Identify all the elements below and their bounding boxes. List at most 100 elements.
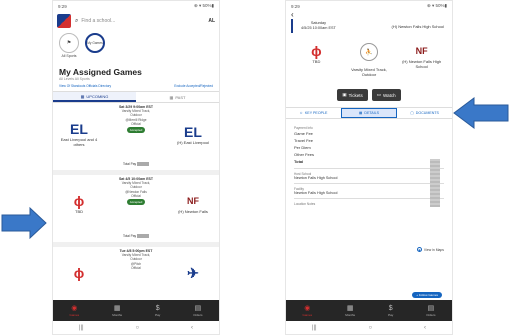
filter-my-games[interactable]: My Games [85, 33, 105, 53]
tab-label: Games [302, 312, 313, 317]
filter-label: All Sports [61, 54, 77, 58]
dollar-icon: $ [388, 304, 393, 312]
tab-pay[interactable]: $ Pay [388, 305, 393, 317]
officials-directory-link[interactable]: View Of Standouts Officials Directory [59, 84, 111, 88]
tab-pay[interactable]: $ Pay [155, 305, 160, 317]
pay-redacted [137, 162, 149, 166]
pay-redacted [137, 234, 149, 238]
left-pointer-arrow [1, 206, 47, 240]
right-pointer-arrow [453, 97, 509, 129]
follow-games-button[interactable]: + Follow Games [412, 292, 442, 298]
team-name: (H) Newton Falls [178, 209, 208, 214]
total-pay: Total Pay [53, 162, 219, 166]
tab-games[interactable]: ◉ Games [70, 305, 80, 317]
system-nav-bar: ||| ○ ‹ [53, 321, 219, 334]
view-in-maps-button[interactable]: ◉ View in Maps [416, 247, 444, 252]
game-card[interactable]: Sat 4/5 10:00am EST Varsity Mixed Track,… [53, 175, 219, 247]
tab-label: Months [112, 312, 123, 317]
team-logo: EL [70, 121, 88, 137]
dollar-icon: $ [155, 304, 160, 312]
fee-row: Per Diem [294, 145, 311, 150]
tab-label: Orders [426, 312, 436, 317]
card-icon: ▤ [427, 304, 435, 312]
whistle-icon: ◉ [71, 304, 78, 312]
tab-label: Months [345, 312, 356, 317]
filter-all-sports[interactable]: ⚑ All Sports [59, 33, 79, 58]
team-logo: EL [184, 123, 202, 140]
tab-documents[interactable]: ▢ DOCUMENTS [397, 108, 452, 118]
teams-row: EL East Liverpool and 4 others EL (H) East… [57, 121, 215, 147]
tab-upcoming-label: UPCOMING [86, 93, 109, 99]
whistle-icon: ◉ [304, 304, 311, 312]
host-value: Newton Falls High School [294, 176, 338, 180]
tab-upcoming[interactable]: ▦ UPCOMING [53, 92, 136, 102]
search-icon: ⌕ [75, 17, 79, 24]
away-team: EL East Liverpool and 4 others [57, 121, 101, 147]
tab-past[interactable]: ▦ PAST [136, 92, 219, 102]
team-logo: ɸ [311, 43, 322, 59]
back-button[interactable]: ‹ [191, 325, 193, 331]
recents-button[interactable]: ||| [312, 325, 317, 331]
calendar-icon: ▦ [346, 304, 354, 312]
fee-total: Total [294, 159, 304, 164]
team-name: (H) East Liverpool [176, 139, 209, 145]
away-team: ɸ TBD [57, 193, 101, 214]
maps-label: View in Maps [423, 247, 444, 252]
recents-button[interactable]: ||| [79, 325, 84, 331]
filter-row: ⚑ All Sports My Games [53, 31, 219, 65]
divider [294, 183, 444, 184]
back-button[interactable]: ‹ [424, 325, 426, 331]
game-card[interactable]: Sat 3/29 9:00am EST Varsity Mixed Track,… [53, 103, 219, 175]
home-button[interactable]: ○ [136, 325, 140, 331]
tab-key-people[interactable]: ☺ KEY PEOPLE [286, 108, 341, 118]
tab-months[interactable]: ▦ Months [345, 305, 355, 317]
link-row: View Of Standouts Officials Directory Ex… [53, 81, 219, 91]
action-buttons: ▣ Tickets ▭ Watch [286, 89, 452, 101]
my-games-icon: My Games [85, 33, 105, 53]
tab-orders[interactable]: ▤ Orders [426, 305, 435, 317]
tab-past-label: PAST [175, 94, 186, 100]
team-logo: ɸ [73, 265, 85, 281]
home-team: NF (H) Newton Falls [171, 193, 215, 214]
exclude-link[interactable]: Exclude Accepted/Rejected [174, 84, 213, 88]
tickets-button[interactable]: ▣ Tickets [337, 89, 368, 101]
fee-row: Other Fees [294, 152, 315, 157]
home-button[interactable]: ○ [369, 325, 373, 331]
tab-orders[interactable]: ▤ Orders [193, 305, 202, 317]
map-pin-icon: ◉ [416, 247, 422, 252]
watch-label: Watch [383, 92, 396, 98]
tab-games[interactable]: ◉ Games [303, 305, 313, 317]
venue: ⛹ Varsity Mixed Track, Outdoor [344, 43, 394, 77]
status-time: 9:29 [291, 3, 300, 9]
watch-button[interactable]: ▭ Watch [371, 89, 401, 101]
status-icons: ⊕ ▾ 50%▮ [426, 3, 447, 8]
flag-icon: ⚑ [59, 33, 79, 53]
total-pay: Total Pay [53, 234, 219, 238]
state-selector[interactable]: AL [208, 18, 215, 24]
teams-row: ɸ ✈ [57, 265, 215, 281]
search-placeholder: Find a school... [81, 18, 116, 24]
team-logo: ✈ [187, 265, 199, 281]
team-logo: ɸ [73, 193, 85, 209]
home-team: EL (H) East Liverpool [171, 124, 215, 145]
tab-label: Pay [155, 312, 161, 317]
status-bar: 9:29 ⊕ ▾ 50%▮ [286, 1, 452, 11]
document-icon: ▢ [410, 111, 414, 115]
divider [294, 198, 444, 199]
game-date: Saturday 4/5/25 10:00am EST [301, 21, 336, 31]
back-arrow-icon[interactable]: ‹ [286, 11, 452, 19]
away-team: ɸ [57, 265, 101, 281]
card-icon: ▤ [194, 304, 202, 312]
fees-redacted [430, 159, 440, 207]
tab-label: Games [69, 312, 80, 317]
search-input[interactable]: ⌕ Find a school... [75, 15, 204, 27]
assigned-games-screen: 9:29 ⊕ ▾ 50%▮ ⌕ Find a school... AL ⚑ Al… [52, 0, 220, 335]
calendar-icon: ▦ [80, 93, 85, 99]
calendar-icon: ▦ [169, 94, 174, 100]
tab-label: KEY PEOPLE [304, 111, 328, 115]
venue-name: Varsity Mixed Track, Outdoor [351, 67, 387, 77]
tab-months[interactable]: ▦ Months [112, 305, 122, 317]
tab-details[interactable]: ▦ DETAILS [340, 108, 398, 118]
page-title: My Assigned Games [59, 67, 142, 77]
facility-value: Newton Falls High School [294, 191, 338, 195]
